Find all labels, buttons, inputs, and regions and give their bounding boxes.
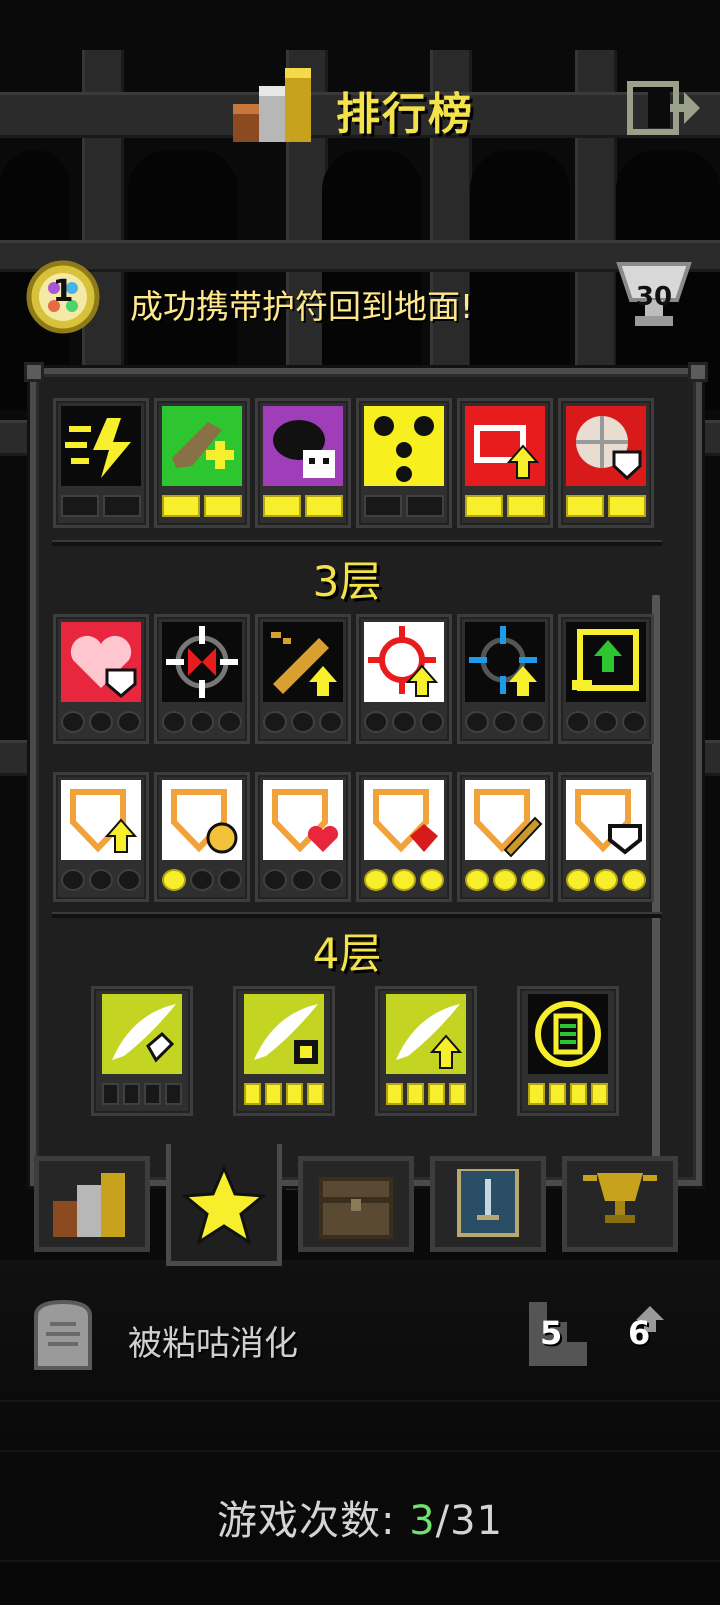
games-label: 游戏次数: [216,1498,396,1544]
shield-shield-icon [566,780,646,860]
skull-mask-icon [263,406,343,486]
chest-icon [319,1177,393,1239]
badge-row-2 [53,614,663,746]
tab-journal[interactable] [298,1156,414,1252]
sword-card-icon [457,1169,519,1237]
badge-cell[interactable] [356,398,452,528]
badge-cell[interactable] [356,772,452,902]
trophy-icon [583,1173,657,1223]
badge-row-3 [53,772,663,904]
badge-cell[interactable] [558,398,654,528]
leaderboard-icon [233,68,311,142]
tombstone-icon [34,1299,92,1370]
tab-rankings[interactable] [34,1156,150,1252]
target-up-icon [364,622,444,702]
badge-cell[interactable] [375,986,477,1116]
badge-cell[interactable] [558,614,654,744]
badge-cell[interactable] [154,614,250,744]
tab-trophies[interactable] [562,1156,678,1252]
feather-spark-icon [244,994,324,1074]
death-cause: 被粘咕消化 [128,1324,298,1364]
feather-up-icon [386,994,466,1074]
shield-face-icon [162,780,242,860]
boot-plus-icon [162,406,242,486]
hazard-icon [364,406,444,486]
games-total: /31 [435,1498,504,1544]
tome-icon [528,994,608,1074]
shield-dice-icon [364,780,444,860]
shield-heart-icon [263,780,343,860]
sword-up-icon [263,622,343,702]
badge-cell[interactable] [517,986,619,1116]
card-up-icon [465,406,545,486]
badge-cell[interactable] [255,772,351,902]
exit-button[interactable] [626,78,702,138]
badge-cell[interactable] [53,614,149,744]
wheel-shield-icon [566,406,646,486]
amulet-rank-number: 1 [52,274,74,309]
scroll-up-icon [566,622,646,702]
tab-badges[interactable] [166,1144,282,1266]
shield-up-icon [61,780,141,860]
speed-icon [61,406,141,486]
games-current: 3 [409,1498,436,1544]
tab-bar [30,1144,690,1266]
games-count: 游戏次数: 3/31 [0,1488,720,1546]
heart-shield-icon [61,622,141,702]
leaderboard-icon [53,1173,125,1237]
challenge-text: 成功携带护符回到地面! [130,287,474,326]
badge-cell[interactable] [356,614,452,744]
badge-cell[interactable] [255,398,351,528]
badge-row-1 [53,398,663,530]
blue-crosshair-icon [465,622,545,702]
level-value: 6 [628,1314,651,1352]
floor-label-4: 4层 [312,929,382,978]
crosshair-bow-icon [162,622,242,702]
badge-cell[interactable] [457,398,553,528]
badge-cell[interactable] [53,398,149,528]
badge-cell[interactable] [91,986,193,1116]
badge-cell[interactable] [558,772,654,902]
tab-challenges[interactable] [430,1156,546,1252]
badge-row-4 [53,986,663,1118]
badge-cell[interactable] [154,772,250,902]
badge-cell[interactable] [154,398,250,528]
star-icon [181,1164,267,1246]
shield-sword-icon [465,780,545,860]
trophy-value: 30 [635,282,673,312]
floor-label-3: 3层 [312,557,382,606]
badge-cell[interactable] [457,614,553,744]
page-title: 排行榜 [336,89,474,140]
badge-cell[interactable] [233,986,335,1116]
feather-icon [102,994,182,1074]
badge-cell[interactable] [53,772,149,902]
badge-cell[interactable] [457,772,553,902]
depth-value: 5 [540,1314,563,1352]
badge-cell[interactable] [255,614,351,744]
